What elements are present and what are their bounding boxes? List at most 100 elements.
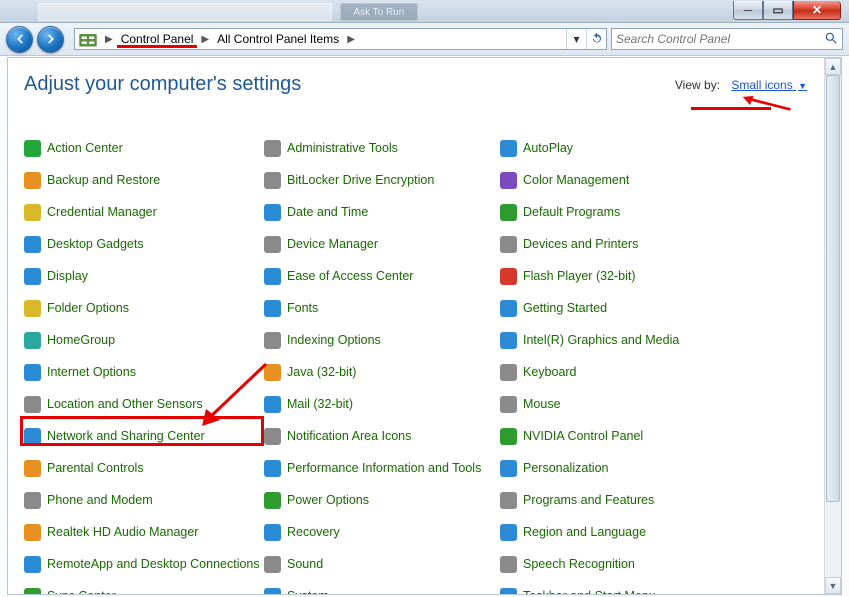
cp-item-indexing-options[interactable]: Indexing Options <box>264 328 500 352</box>
cp-item-device-manager[interactable]: Device Manager <box>264 232 500 256</box>
address-dropdown-button[interactable]: ▾ <box>566 29 586 49</box>
devices-and-printers-icon <box>500 236 517 253</box>
performance-information-and-tools-icon <box>264 460 281 477</box>
cp-item-label: Mouse <box>523 397 561 411</box>
breadcrumb-arrow-icon[interactable]: ▶ <box>343 34 359 45</box>
internet-options-icon <box>24 364 41 381</box>
display-icon <box>24 268 41 285</box>
power-options-icon <box>264 492 281 509</box>
cp-item-phone-and-modem[interactable]: Phone and Modem <box>24 488 264 512</box>
cp-item-performance-information-and-tools[interactable]: Performance Information and Tools <box>264 456 500 480</box>
cp-item-action-center[interactable]: Action Center <box>24 136 264 160</box>
cp-item-label: RemoteApp and Desktop Connections <box>47 557 260 571</box>
cp-item-personalization[interactable]: Personalization <box>500 456 807 480</box>
cp-item-realtek-hd-audio-manager[interactable]: Realtek HD Audio Manager <box>24 520 264 544</box>
search-box[interactable] <box>611 28 843 50</box>
cp-item-label: Folder Options <box>47 301 129 315</box>
cp-item-folder-options[interactable]: Folder Options <box>24 296 264 320</box>
breadcrumb-arrow-icon[interactable]: ▶ <box>101 34 117 45</box>
cp-item-internet-options[interactable]: Internet Options <box>24 360 264 384</box>
bg-task-ask-to-run: Ask To Run <box>340 3 418 21</box>
cp-item-label: Getting Started <box>523 301 607 315</box>
view-by-dropdown[interactable]: Small icons ▼ <box>731 78 807 92</box>
back-button[interactable] <box>6 26 33 53</box>
cp-item-label: Java (32-bit) <box>287 365 356 379</box>
breadcrumb-all-items[interactable]: All Control Panel Items <box>213 32 343 46</box>
nvidia-control-panel-icon <box>500 428 517 445</box>
cp-item-label: Color Management <box>523 173 629 187</box>
cp-item-sync-center[interactable]: Sync Center <box>24 584 264 594</box>
scroll-thumb[interactable] <box>826 75 840 502</box>
refresh-button[interactable] <box>586 29 606 49</box>
close-button[interactable]: ✕ <box>793 1 841 20</box>
taskbar-and-start-menu-icon <box>500 588 517 595</box>
cp-item-notification-area-icons[interactable]: Notification Area Icons <box>264 424 500 448</box>
cp-item-label: Recovery <box>287 525 340 539</box>
cp-item-flash-player-32-bit[interactable]: Flash Player (32-bit) <box>500 264 807 288</box>
search-input[interactable] <box>616 32 824 46</box>
minimize-button[interactable]: ─ <box>733 1 763 20</box>
cp-item-date-and-time[interactable]: Date and Time <box>264 200 500 224</box>
cp-item-fonts[interactable]: Fonts <box>264 296 500 320</box>
cp-item-getting-started[interactable]: Getting Started <box>500 296 807 320</box>
cp-item-sound[interactable]: Sound <box>264 552 500 576</box>
address-bar[interactable]: ▶ Control Panel ▶ All Control Panel Item… <box>74 28 607 50</box>
parental-controls-icon <box>24 460 41 477</box>
cp-item-network-and-sharing-center[interactable]: Network and Sharing Center <box>24 424 264 448</box>
cp-item-speech-recognition[interactable]: Speech Recognition <box>500 552 807 576</box>
cp-item-system[interactable]: System <box>264 584 500 594</box>
cp-item-homegroup[interactable]: HomeGroup <box>24 328 264 352</box>
cp-item-intel-r-graphics-and-media[interactable]: Intel(R) Graphics and Media <box>500 328 807 352</box>
cp-item-ease-of-access-center[interactable]: Ease of Access Center <box>264 264 500 288</box>
cp-item-keyboard[interactable]: Keyboard <box>500 360 807 384</box>
cp-item-programs-and-features[interactable]: Programs and Features <box>500 488 807 512</box>
cp-item-mouse[interactable]: Mouse <box>500 392 807 416</box>
view-by-label: View by: <box>675 78 720 92</box>
main-panel: Adjust your computer's settings View by:… <box>7 57 842 595</box>
notification-area-icons-icon <box>264 428 281 445</box>
cp-item-label: Display <box>47 269 88 283</box>
breadcrumb-arrow-icon[interactable]: ▶ <box>197 34 213 45</box>
intel-r-graphics-and-media-icon <box>500 332 517 349</box>
content-area: Adjust your computer's settings View by:… <box>8 58 823 594</box>
cp-item-default-programs[interactable]: Default Programs <box>500 200 807 224</box>
cp-item-autoplay[interactable]: AutoPlay <box>500 136 807 160</box>
cp-item-label: Network and Sharing Center <box>47 429 205 443</box>
flash-player-32-bit-icon <box>500 268 517 285</box>
cp-item-mail-32-bit[interactable]: Mail (32-bit) <box>264 392 500 416</box>
cp-item-bitlocker-drive-encryption[interactable]: BitLocker Drive Encryption <box>264 168 500 192</box>
cp-item-credential-manager[interactable]: Credential Manager <box>24 200 264 224</box>
cp-item-display[interactable]: Display <box>24 264 264 288</box>
cp-item-administrative-tools[interactable]: Administrative Tools <box>264 136 500 160</box>
cp-item-parental-controls[interactable]: Parental Controls <box>24 456 264 480</box>
cp-item-label: Region and Language <box>523 525 646 539</box>
cp-item-backup-and-restore[interactable]: Backup and Restore <box>24 168 264 192</box>
cp-item-devices-and-printers[interactable]: Devices and Printers <box>500 232 807 256</box>
cp-item-remoteapp-and-desktop-connections[interactable]: RemoteApp and Desktop Connections <box>24 552 264 576</box>
maximize-button[interactable]: ▭ <box>763 1 793 20</box>
folder-options-icon <box>24 300 41 317</box>
cp-item-label: Keyboard <box>523 365 577 379</box>
color-management-icon <box>500 172 517 189</box>
search-icon[interactable] <box>824 31 838 48</box>
page-title: Adjust your computer's settings <box>24 73 301 96</box>
scroll-down-button[interactable]: ▼ <box>825 577 841 594</box>
cp-item-taskbar-and-start-menu[interactable]: Taskbar and Start Menu <box>500 584 807 594</box>
scroll-up-button[interactable]: ▲ <box>825 58 841 75</box>
caption-buttons: ─ ▭ ✕ <box>733 1 841 20</box>
cp-item-nvidia-control-panel[interactable]: NVIDIA Control Panel <box>500 424 807 448</box>
java-32-bit-icon <box>264 364 281 381</box>
cp-item-color-management[interactable]: Color Management <box>500 168 807 192</box>
cp-item-java-32-bit[interactable]: Java (32-bit) <box>264 360 500 384</box>
scroll-track[interactable] <box>825 75 841 577</box>
cp-item-recovery[interactable]: Recovery <box>264 520 500 544</box>
cp-item-power-options[interactable]: Power Options <box>264 488 500 512</box>
cp-item-label: Backup and Restore <box>47 173 160 187</box>
cp-item-desktop-gadgets[interactable]: Desktop Gadgets <box>24 232 264 256</box>
cp-item-location-and-other-sensors[interactable]: Location and Other Sensors <box>24 392 264 416</box>
cp-item-region-and-language[interactable]: Region and Language <box>500 520 807 544</box>
cp-item-label: Phone and Modem <box>47 493 153 507</box>
vertical-scrollbar[interactable]: ▲ ▼ <box>824 58 841 594</box>
breadcrumb-control-panel[interactable]: Control Panel <box>117 32 198 46</box>
forward-button[interactable] <box>37 26 64 53</box>
